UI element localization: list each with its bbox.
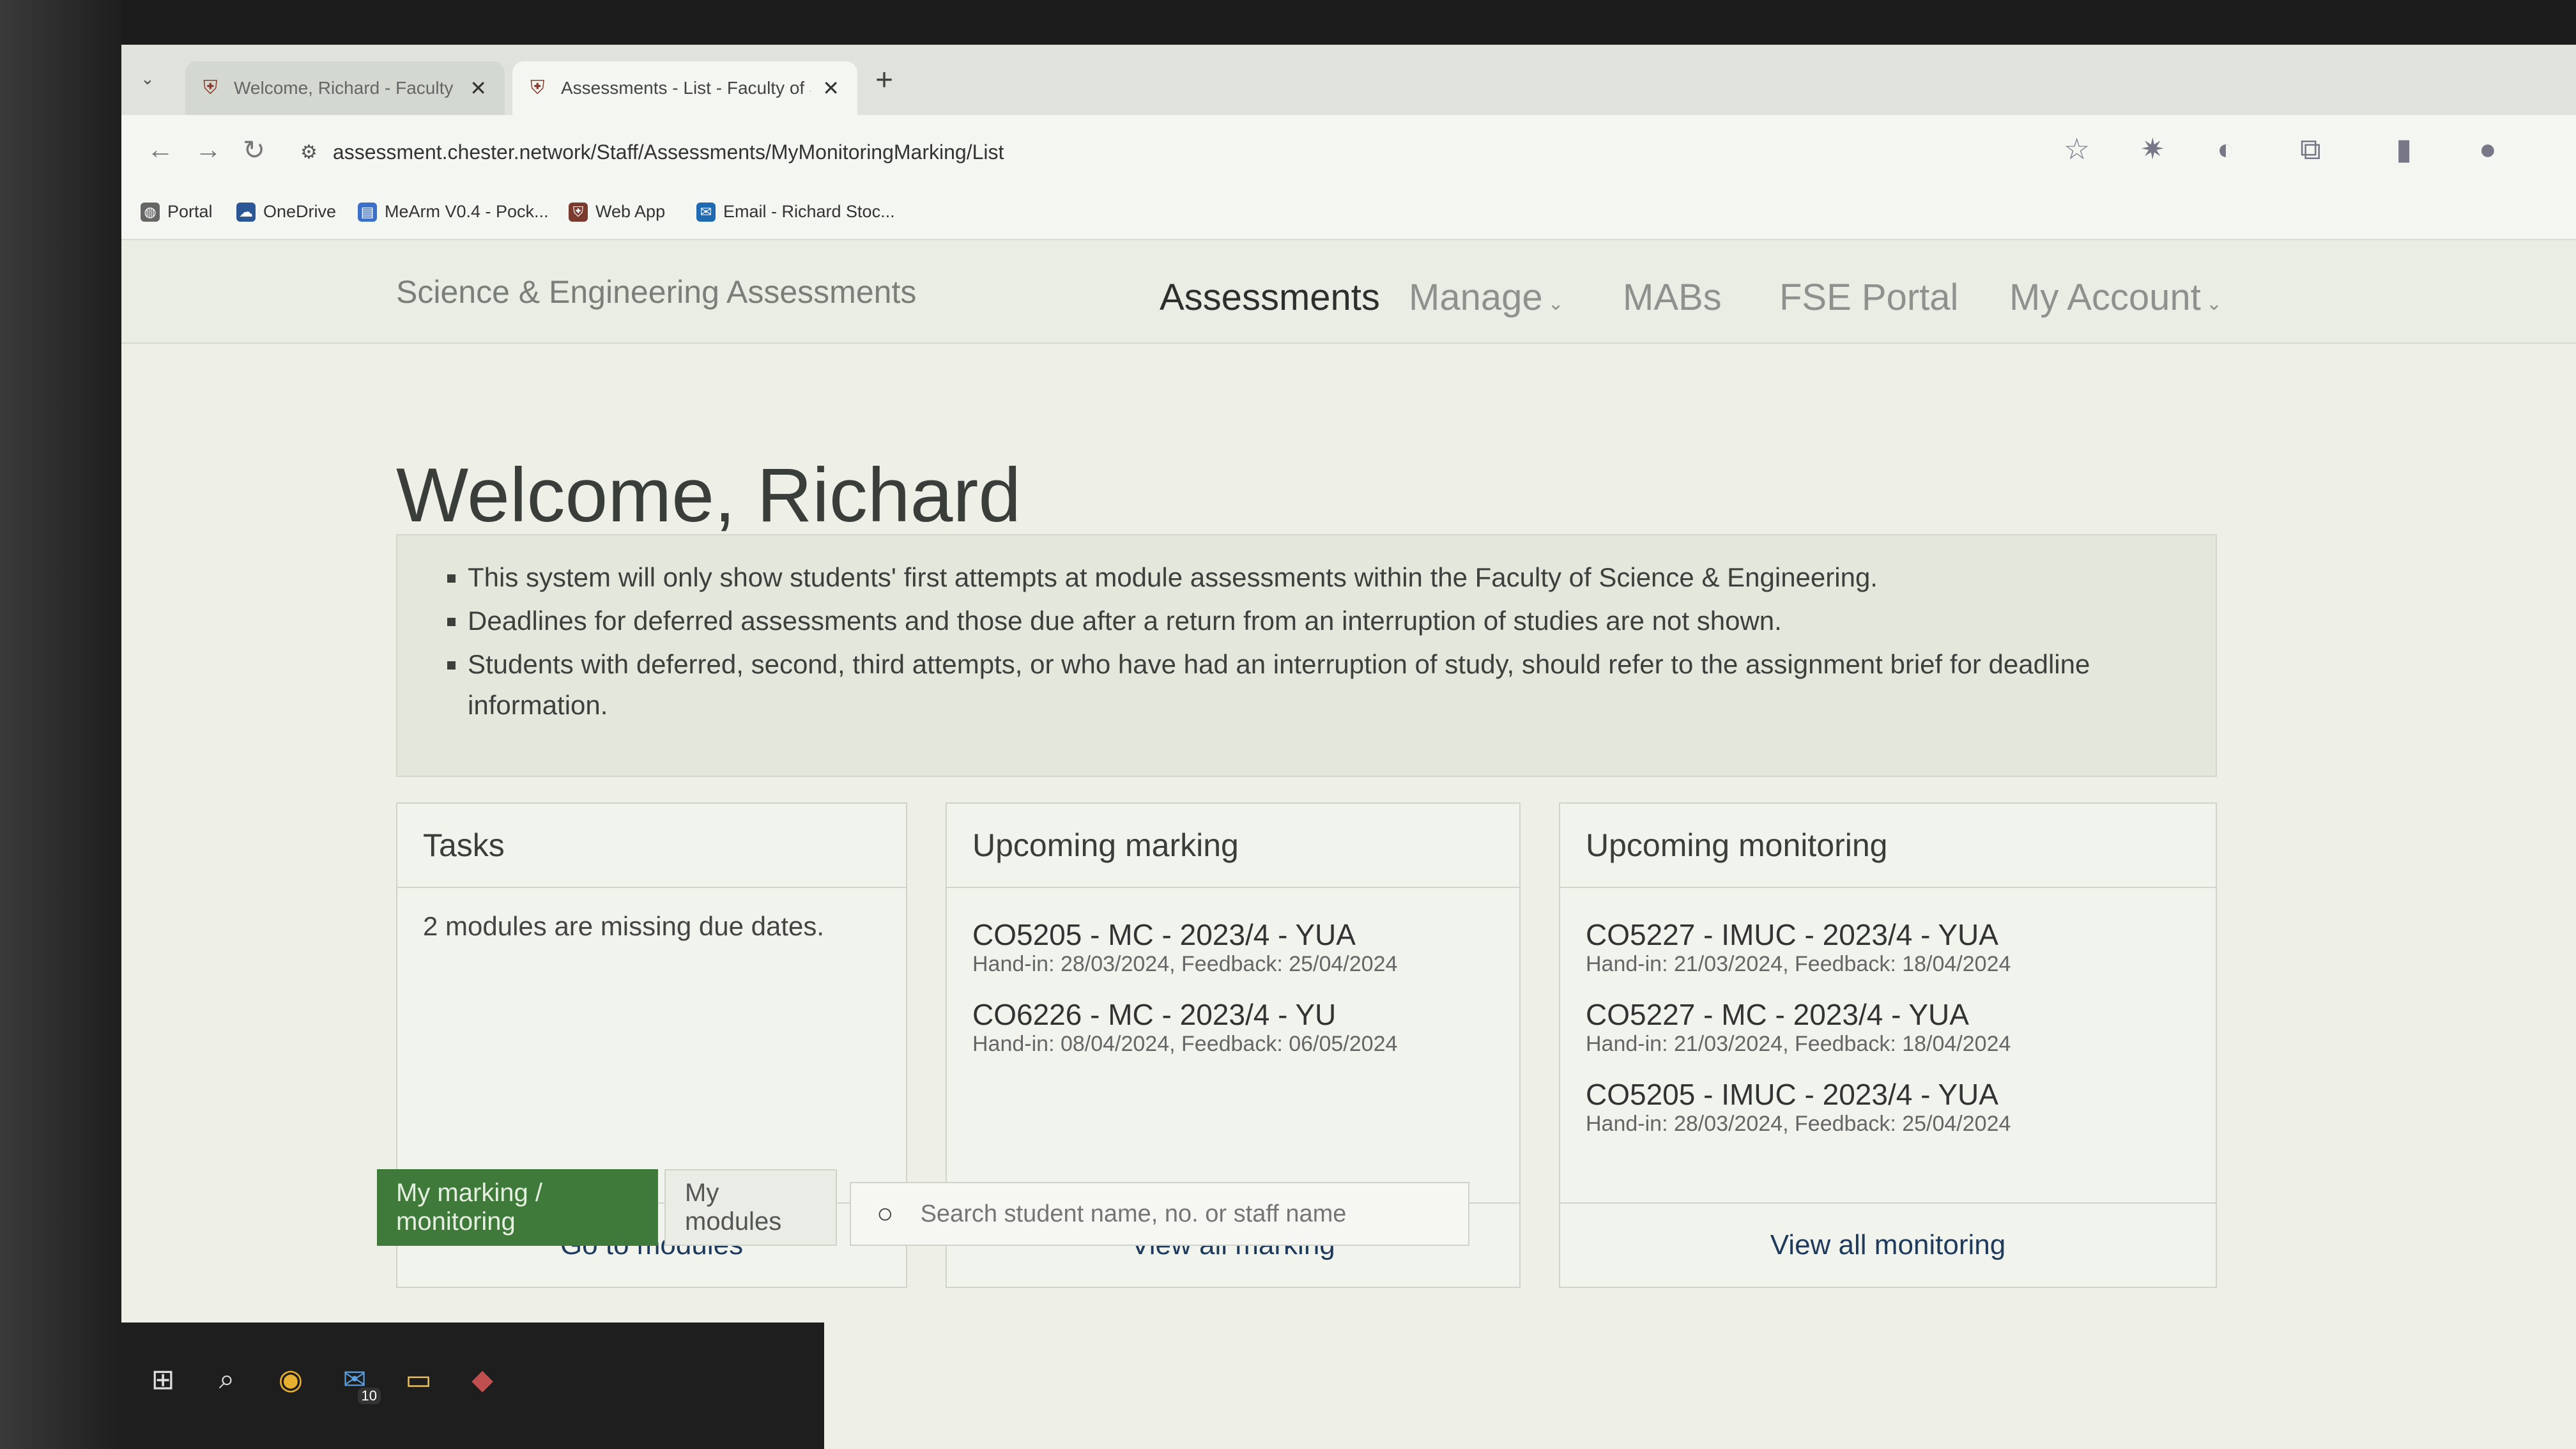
reload-icon[interactable]: ↻ <box>243 134 265 165</box>
tab-welcome[interactable]: ⛨ Welcome, Richard - Faculty of S ✕ <box>185 61 505 115</box>
tab-title: Welcome, Richard - Faculty of S <box>234 78 458 98</box>
file-explorer-icon[interactable]: ▭ <box>396 1357 441 1402</box>
search-icon[interactable]: ⌕ <box>204 1357 249 1402</box>
marking-item-title[interactable]: CO6226 - MC - 2023/4 - YU <box>972 997 1494 1032</box>
nav-label: Assessments <box>1160 277 1380 318</box>
url-text[interactable]: assessment.chester.network/Staff/Assessm… <box>333 141 1004 164</box>
info-item: Students with deferred, second, third at… <box>468 644 2177 726</box>
mail-icon[interactable]: ✉ 10 <box>332 1357 381 1404</box>
info-panel: This system will only show students' fir… <box>396 534 2217 777</box>
extension-gear-icon[interactable]: ✷ <box>2140 132 2165 166</box>
bookmark-star-icon[interactable]: ☆ <box>2064 132 2090 166</box>
bookmark-web-app[interactable]: ⛨ Web App <box>569 202 665 222</box>
back-icon[interactable]: ← <box>147 134 174 165</box>
tab-search-chevron-icon[interactable]: ⌄ <box>141 69 155 89</box>
monitor-bezel-top <box>0 0 2576 45</box>
marking-item-dates: Hand-in: 08/04/2024, Feedback: 06/05/202… <box>972 1032 1398 1056</box>
mail-badge: 10 <box>357 1388 381 1404</box>
student-search: ○ <box>850 1182 1469 1246</box>
nav-fse-portal[interactable]: FSE Portal <box>1779 276 1958 319</box>
nav-manage[interactable]: Manage ⌄ <box>1409 276 1564 319</box>
tab-title: Assessments - List - Faculty of S <box>561 78 811 98</box>
monitoring-item-title[interactable]: CO5227 - IMUC - 2023/4 - YUA <box>1586 917 2190 952</box>
outlook-icon: ✉ <box>696 202 716 222</box>
monitoring-item-title[interactable]: CO5227 - MC - 2023/4 - YUA <box>1586 997 2190 1032</box>
nav-label: MABs <box>1623 277 1722 318</box>
profile-icon[interactable]: ● <box>2479 132 2497 166</box>
close-icon[interactable]: ✕ <box>470 76 487 100</box>
tab-strip: ⌄ ⛨ Welcome, Richard - Faculty of S ✕ ⛨ … <box>121 45 2576 115</box>
taskbar: ⊞ ⌕ ◉ ✉ 10 ▭ ◆ <box>121 1322 824 1449</box>
card-title: Upcoming marking <box>947 804 1519 888</box>
search-input[interactable] <box>919 1199 1407 1229</box>
tab-my-marking-monitoring[interactable]: My marking / monitoring <box>377 1169 658 1246</box>
bookmark-portal[interactable]: ◍ Portal <box>141 202 213 222</box>
crest-icon: ⛨ <box>569 202 588 222</box>
view-all-monitoring-link[interactable]: View all monitoring <box>1560 1202 2216 1287</box>
close-icon[interactable]: ✕ <box>822 76 839 100</box>
monitoring-item-title[interactable]: CO5205 - IMUC - 2023/4 - YUA <box>1586 1077 2190 1112</box>
nav-my-account[interactable]: My Account ⌄ <box>2009 276 2222 319</box>
bookmark-onedrive[interactable]: ☁ OneDrive <box>236 202 336 222</box>
nav-label: FSE Portal <box>1779 277 1959 318</box>
address-bar[interactable]: ⚙ assessment.chester.network/Staff/Asses… <box>300 126 2025 178</box>
screen: ⌄ ⛨ Welcome, Richard - Faculty of S ✕ ⛨ … <box>121 45 2576 1449</box>
site-brand[interactable]: Science & Engineering Assessments <box>396 273 916 310</box>
monitoring-item-dates: Hand-in: 21/03/2024, Feedback: 18/04/202… <box>1586 1032 2011 1056</box>
card-title: Upcoming monitoring <box>1560 804 2216 888</box>
cloud-icon: ☁ <box>236 202 256 222</box>
monitoring-item-dates: Hand-in: 21/03/2024, Feedback: 18/04/202… <box>1586 952 2011 976</box>
chevron-down-icon: ⌄ <box>1547 293 1564 314</box>
extension-chat-icon[interactable]: ◐ <box>2217 132 2235 166</box>
nav-label: My Account <box>2009 277 2201 318</box>
side-panel-icon[interactable]: ▮ <box>2396 132 2412 166</box>
card-title: Tasks <box>397 804 906 888</box>
info-item: Deadlines for deferred assessments and t… <box>468 601 2177 641</box>
bookmarks-bar: ◍ Portal ☁ OneDrive ▤ MeArm V0.4 - Pock.… <box>121 190 2576 240</box>
marking-item-title[interactable]: CO5205 - MC - 2023/4 - YUA <box>972 917 1494 952</box>
app-icon[interactable]: ◆ <box>460 1357 505 1402</box>
page-title: Welcome, Richard <box>396 452 1022 539</box>
site-navbar: Science & Engineering Assessments Assess… <box>121 240 2576 344</box>
bookmark-label: OneDrive <box>263 202 337 221</box>
web-page: Science & Engineering Assessments Assess… <box>121 240 2576 1449</box>
chrome-icon[interactable]: ◉ <box>268 1357 313 1402</box>
upcoming-monitoring-card: Upcoming monitoring CO5227 - IMUC - 2023… <box>1559 802 2217 1288</box>
bookmark-mearm[interactable]: ▤ MeArm V0.4 - Pock... <box>358 202 549 222</box>
search-icon: ○ <box>877 1198 894 1229</box>
windows-start-icon[interactable]: ⊞ <box>141 1357 185 1402</box>
bookmark-label: Portal <box>167 202 213 221</box>
bookmark-label: MeArm V0.4 - Pock... <box>385 202 549 221</box>
extensions-puzzle-icon[interactable]: ⧉ <box>2300 132 2321 167</box>
info-item: This system will only show students' fir… <box>468 557 2177 598</box>
monitoring-item-dates: Hand-in: 28/03/2024, Feedback: 25/04/202… <box>1586 1112 2011 1136</box>
crest-icon: ⛨ <box>203 77 218 98</box>
browser-toolbar: ← → ↻ ⚙ assessment.chester.network/Staff… <box>121 115 2576 190</box>
globe-icon: ◍ <box>141 202 160 222</box>
bookmark-label: Web App <box>595 202 666 221</box>
bookmark-label: Email - Richard Stoc... <box>723 202 895 221</box>
nav-assessments[interactable]: Assessments <box>1160 276 1380 319</box>
crest-icon: ⛨ <box>530 77 545 98</box>
marking-item-dates: Hand-in: 28/03/2024, Feedback: 25/04/202… <box>972 952 1398 976</box>
monitor-bezel-left <box>0 0 121 1449</box>
tab-my-modules[interactable]: My modules <box>664 1169 837 1246</box>
tasks-text: 2 modules are missing due dates. <box>423 911 825 941</box>
nav-label: Manage <box>1409 277 1543 318</box>
new-tab-button[interactable]: + <box>875 63 893 98</box>
forward-icon[interactable]: → <box>195 134 222 165</box>
bookmark-email[interactable]: ✉ Email - Richard Stoc... <box>696 202 895 222</box>
site-settings-icon[interactable]: ⚙ <box>300 141 318 164</box>
doc-icon: ▤ <box>358 202 377 222</box>
tab-assessments-list[interactable]: ⛨ Assessments - List - Faculty of S ✕ <box>512 61 857 115</box>
nav-mabs[interactable]: MABs <box>1623 276 1722 319</box>
chevron-down-icon: ⌄ <box>2205 293 2222 314</box>
